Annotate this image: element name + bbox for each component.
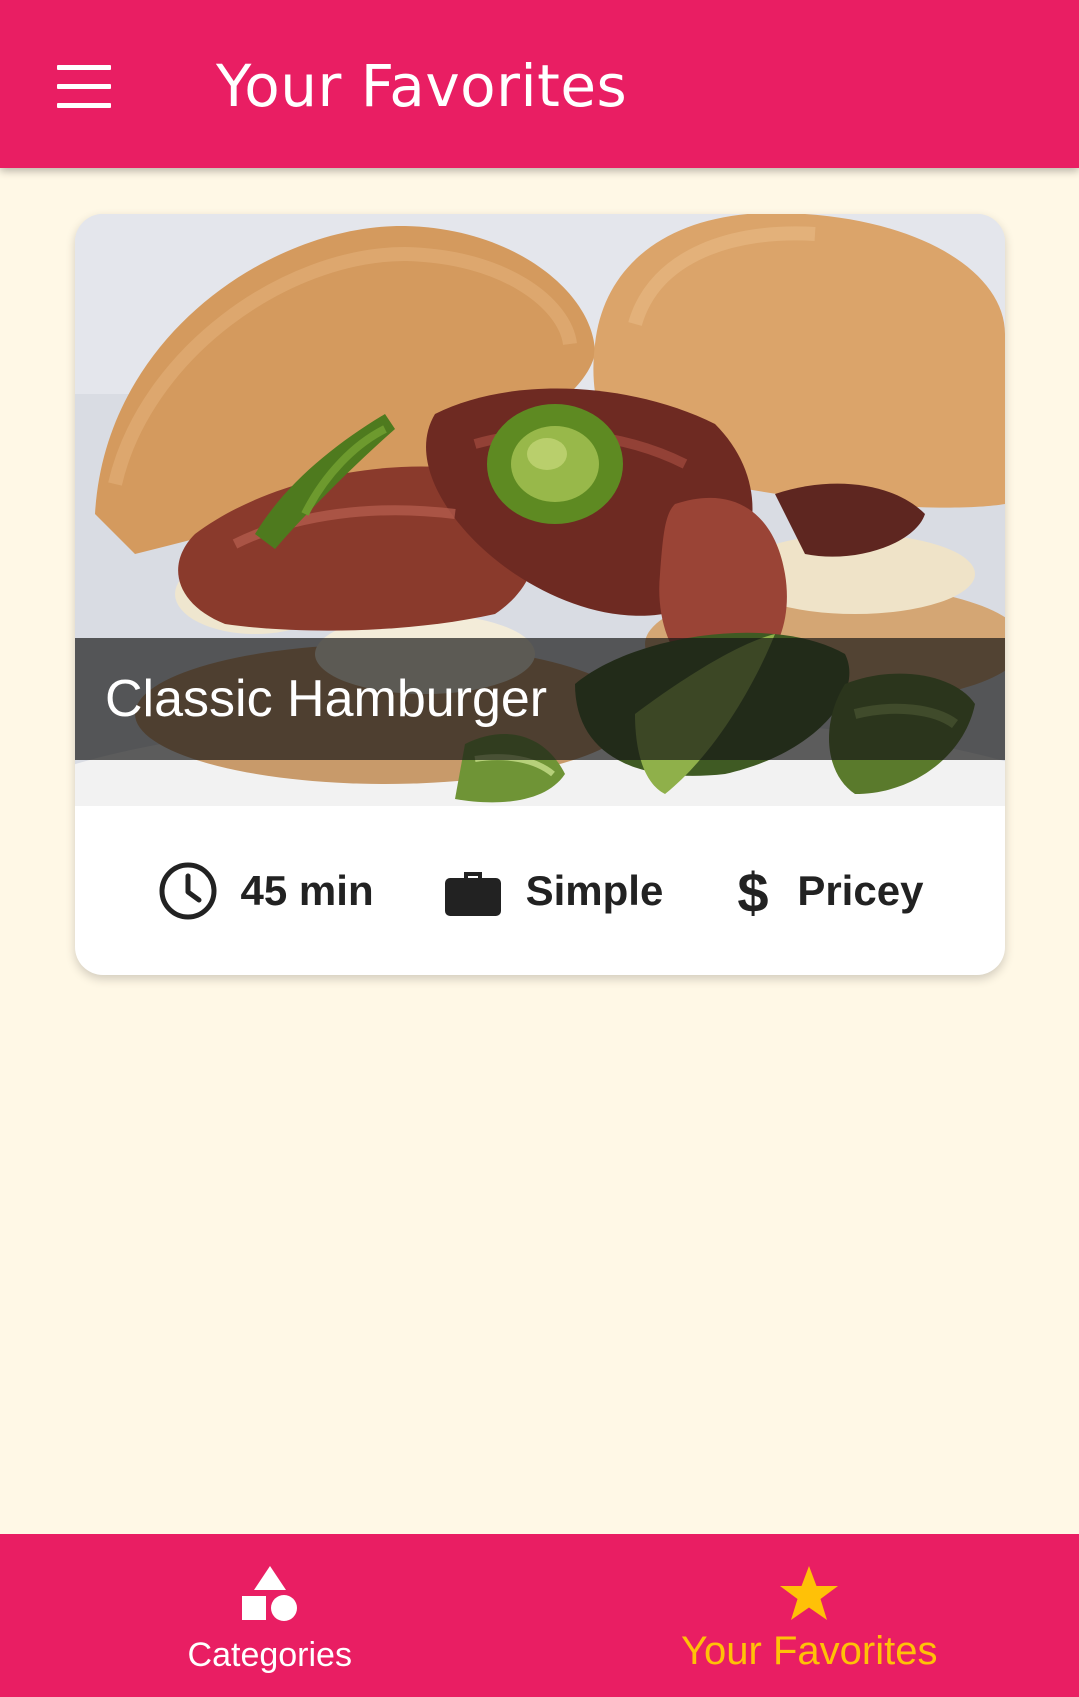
meal-card[interactable]: Classic Hamburger 45 min Simple $ Pricey bbox=[75, 214, 1005, 975]
meal-complexity: Simple bbox=[442, 860, 664, 922]
menu-icon-bar bbox=[57, 64, 111, 70]
menu-icon-bar bbox=[57, 83, 111, 89]
menu-icon-bar bbox=[57, 102, 111, 108]
meal-title: Classic Hamburger bbox=[105, 670, 548, 728]
nav-label-favorites: Your Favorites bbox=[681, 1629, 938, 1673]
clock-icon bbox=[159, 862, 217, 919]
meal-duration-text: 45 min bbox=[240, 866, 374, 914]
dollar-icon: $ bbox=[738, 861, 769, 922]
page-title: Your Favorites bbox=[216, 52, 628, 120]
svg-text:$: $ bbox=[738, 861, 769, 922]
menu-icon[interactable] bbox=[40, 50, 128, 122]
meal-image: Classic Hamburger bbox=[75, 214, 1005, 806]
app-screen: Your Favorites Classic Hamburger 45 min … bbox=[0, 0, 1079, 1697]
star-icon bbox=[780, 1566, 839, 1620]
nav-item-categories[interactable]: Categories bbox=[0, 1534, 540, 1697]
nav-label-categories: Categories bbox=[187, 1636, 352, 1674]
meal-duration: 45 min bbox=[157, 860, 374, 922]
briefcase-icon bbox=[444, 871, 501, 916]
bottom-navigation: Categories Your Favorites bbox=[0, 1534, 1079, 1697]
meal-meta-row: 45 min Simple $ Pricey bbox=[75, 806, 1005, 975]
meal-title-overlay: Classic Hamburger bbox=[75, 638, 1005, 760]
app-bar: Your Favorites bbox=[0, 0, 1079, 168]
nav-item-favorites[interactable]: Your Favorites bbox=[540, 1534, 1079, 1697]
meal-affordability: $ Pricey bbox=[731, 860, 924, 922]
meal-complexity-text: Simple bbox=[525, 866, 664, 914]
meal-affordability-text: Pricey bbox=[797, 866, 924, 914]
category-shapes-icon bbox=[241, 1566, 297, 1621]
